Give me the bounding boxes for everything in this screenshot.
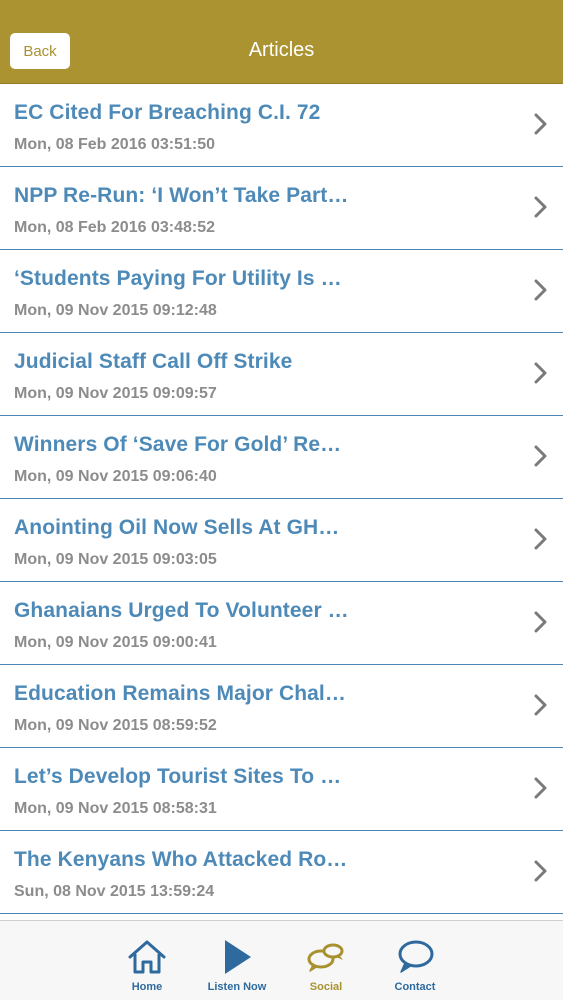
chevron-right-icon [534,860,547,882]
article-date: Mon, 09 Nov 2015 09:09:57 [14,385,217,402]
home-icon [128,940,166,974]
chevron-right-icon [534,694,547,716]
article-title: Education Remains Major Chal… [14,682,346,705]
tab-listen-now[interactable]: Listen Now [197,921,277,1000]
chevron-right-icon [534,196,547,218]
tab-bar: Home Listen Now Social Contact [0,920,563,1000]
list-item[interactable]: Judicial Staff Call Off Strike Mon, 09 N… [0,333,563,416]
chevron-right-icon [534,362,547,384]
article-date: Mon, 09 Nov 2015 09:03:05 [14,551,217,568]
article-title: ‘Students Paying For Utility Is … [14,267,342,290]
article-date: Mon, 09 Nov 2015 09:06:40 [14,468,217,485]
list-item[interactable]: Ghanaians Urged To Volunteer … Mon, 09 N… [0,582,563,665]
articles-list: EC Cited For Breaching C.I. 72 Mon, 08 F… [0,84,563,914]
chevron-right-icon [534,611,547,633]
list-item[interactable]: Winners Of ‘Save For Gold’ Re… Mon, 09 N… [0,416,563,499]
article-title: Judicial Staff Call Off Strike [14,350,293,373]
chevron-right-icon [534,445,547,467]
article-title: Let’s Develop Tourist Sites To … [14,765,342,788]
article-title: NPP Re-Run: ‘I Won’t Take Part… [14,184,349,207]
list-item[interactable]: ‘Students Paying For Utility Is … Mon, 0… [0,250,563,333]
article-title: Anointing Oil Now Sells At GH… [14,516,340,539]
list-item[interactable]: Let’s Develop Tourist Sites To … Mon, 09… [0,748,563,831]
article-date: Mon, 09 Nov 2015 09:12:48 [14,302,217,319]
chevron-right-icon [534,113,547,135]
chat-bubbles-icon [307,943,344,972]
navigation-bar: Back Articles [0,0,563,84]
tab-listen-now-label: Listen Now [207,981,267,993]
list-item[interactable]: EC Cited For Breaching C.I. 72 Mon, 08 F… [0,84,563,167]
tab-contact[interactable]: Contact [375,921,455,1000]
article-date: Mon, 08 Feb 2016 03:51:50 [14,136,215,153]
article-date: Mon, 08 Feb 2016 03:48:52 [14,219,215,236]
article-date: Mon, 09 Nov 2015 08:58:31 [14,800,217,817]
article-title: EC Cited For Breaching C.I. 72 [14,101,321,124]
list-item[interactable]: Anointing Oil Now Sells At GH… Mon, 09 N… [0,499,563,582]
tab-home[interactable]: Home [107,921,187,1000]
list-item[interactable]: NPP Re-Run: ‘I Won’t Take Part… Mon, 08 … [0,167,563,250]
tab-contact-label: Contact [394,981,436,993]
chevron-right-icon [534,528,547,550]
tab-social-label: Social [309,981,343,993]
play-icon [225,940,251,974]
article-date: Sun, 08 Nov 2015 13:59:24 [14,883,215,900]
speech-bubble-icon [398,940,434,973]
list-item[interactable]: Education Remains Major Chal… Mon, 09 No… [0,665,563,748]
tab-home-label: Home [131,981,163,993]
tab-social[interactable]: Social [286,921,366,1000]
chevron-right-icon [534,279,547,301]
article-title: Winners Of ‘Save For Gold’ Re… [14,433,342,456]
chevron-right-icon [534,777,547,799]
list-item[interactable]: The Kenyans Who Attacked Ro… Sun, 08 Nov… [0,831,563,914]
article-date: Mon, 09 Nov 2015 08:59:52 [14,717,217,734]
article-date: Mon, 09 Nov 2015 09:00:41 [14,634,217,651]
article-title: The Kenyans Who Attacked Ro… [14,848,348,871]
article-title: Ghanaians Urged To Volunteer … [14,599,349,622]
page-title: Articles [248,39,315,61]
